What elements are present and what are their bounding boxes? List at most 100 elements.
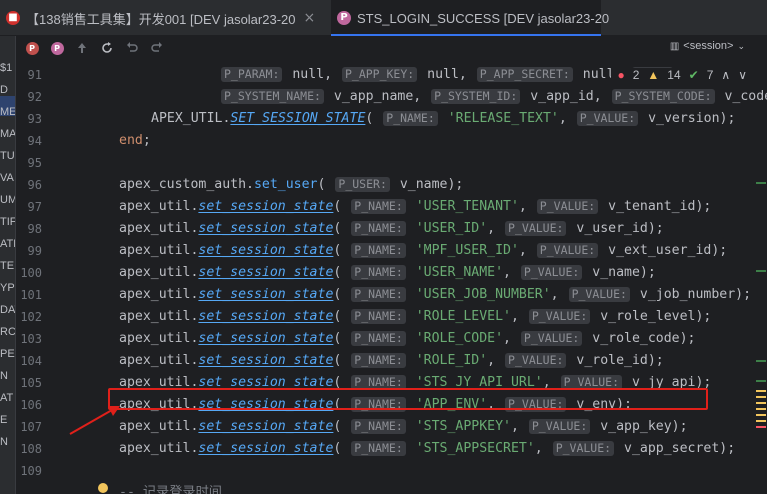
run-icon[interactable]: P	[23, 39, 41, 57]
code-token: (	[333, 221, 350, 236]
tab-sales-toolset[interactable]: ■ 【138销售工具集】开发001 [DEV jasolar23-20 ×	[0, 0, 330, 36]
code-line[interactable]: 97 apex_util.set_session_state( P_NAME: '…	[16, 196, 767, 218]
code-token: (	[333, 441, 350, 456]
code-text: apex_util.set_session_state( P_NAME: 'US…	[119, 284, 751, 306]
code-text: P_SYSTEM_NAME: v_app_name, P_SYSTEM_ID: …	[219, 86, 767, 108]
editor-toolbar: P P ▥ <session> ⌄	[16, 36, 767, 60]
code-token: ,	[510, 419, 527, 434]
code-line[interactable]: 101 apex_util.set_session_state( P_NAME: …	[16, 284, 767, 306]
code-text: apex_util.set_session_state( P_NAME: 'ST…	[119, 438, 735, 460]
code-line[interactable]: 103 apex_util.set_session_state( P_NAME: …	[16, 328, 767, 350]
code-line[interactable]: 98 apex_util.set_session_state( P_NAME: '…	[16, 218, 767, 240]
code-token: ,	[518, 243, 535, 258]
warning-count: 14	[667, 68, 681, 82]
line-number: 98	[27, 222, 42, 236]
project-tree-label[interactable]: MA	[0, 128, 15, 140]
session-selector[interactable]: ▥ <session> ⌄	[670, 40, 745, 52]
debug-icon[interactable]: P	[48, 39, 66, 57]
refresh-icon[interactable]	[98, 39, 116, 57]
line-number: 107	[20, 420, 42, 434]
code-token: apex_util.	[119, 309, 199, 324]
project-tree-label[interactable]: ATE	[0, 238, 15, 250]
code-token: apex_util.	[119, 199, 199, 214]
line-number: 104	[20, 354, 42, 368]
code-line[interactable]: 93 APEX_UTIL.SET_SESSION_STATE( P_NAME: '…	[16, 108, 767, 130]
line-number: 105	[20, 376, 42, 390]
project-tree-label[interactable]: TUS	[0, 150, 15, 162]
procedure-icon: P	[337, 11, 351, 25]
param-hint: P_VALUE:	[528, 309, 591, 324]
code-token: (	[333, 265, 350, 280]
chevron-down-icon[interactable]: ∨	[738, 68, 747, 82]
code-line[interactable]: 92 P_SYSTEM_NAME: v_app_name, P_SYSTEM_ID…	[16, 86, 767, 108]
project-tree-label[interactable]: ME	[0, 106, 15, 118]
code-token: set_session_state	[198, 309, 334, 324]
project-tree-label[interactable]: $1	[0, 62, 12, 74]
code-token: ;	[142, 133, 151, 148]
undo-icon[interactable]	[123, 39, 141, 57]
code-line[interactable]: 104 apex_util.set_session_state( P_NAME: …	[16, 350, 767, 372]
line-number: 109	[20, 464, 42, 478]
close-icon[interactable]: ×	[304, 10, 316, 26]
scrollbar-markers[interactable]	[753, 60, 767, 494]
session-label: <session>	[683, 40, 734, 52]
code-line[interactable]: 108 apex_util.set_session_state( P_NAME: …	[16, 438, 767, 460]
project-tree-label[interactable]: YP	[0, 282, 15, 294]
code-token: end	[119, 133, 143, 148]
project-tree-label[interactable]: VA	[0, 172, 14, 184]
code-line[interactable]: 100 apex_util.set_session_state( P_NAME: …	[16, 262, 767, 284]
project-tree-label[interactable]: AT	[0, 392, 13, 404]
param-hint: P_NAME:	[351, 199, 406, 214]
project-tree-label[interactable]: RCI	[0, 326, 15, 338]
code-token: apex_custom_auth.	[119, 177, 254, 192]
code-token: 'ROLE_ID'	[407, 353, 488, 368]
project-panel-strip: $1DMEMATUSVAUMTIFATETEYPDATRCIPERNATEN	[0, 36, 16, 494]
chevron-up-icon[interactable]: ∧	[721, 68, 730, 82]
code-token: apex_util.	[119, 353, 199, 368]
code-token: ,	[503, 265, 519, 280]
code-token: 'MPF_USER_ID'	[407, 243, 519, 258]
chevron-down-icon: ⌄	[737, 40, 745, 51]
project-tree-label[interactable]: E	[0, 414, 7, 426]
arrow-up-icon[interactable]	[73, 39, 91, 57]
code-token: v_app_name,	[325, 89, 430, 104]
line-number: 100	[20, 266, 42, 280]
code-token: v_role_id);	[568, 353, 664, 368]
project-tree-label[interactable]: UM	[0, 194, 15, 206]
param-hint: P_NAME:	[351, 331, 406, 346]
lightbulb-icon[interactable]	[98, 483, 108, 493]
code-line[interactable]: 95	[16, 152, 767, 174]
code-text: P_PARAM: null, P_APP_KEY: null, P_APP_SE…	[219, 64, 675, 86]
code-editor[interactable]: -- 记录登录时间 109 108 apex_util.set_session_sta…	[16, 60, 767, 494]
code-line[interactable]: 107 apex_util.set_session_state( P_NAME: …	[16, 416, 767, 438]
project-tree-label[interactable]: D	[0, 84, 8, 96]
line-number: 101	[20, 288, 42, 302]
project-tree-label[interactable]: N	[0, 436, 8, 448]
redo-icon[interactable]	[148, 39, 166, 57]
code-token: apex_util.	[119, 243, 199, 258]
line-number: 102	[20, 310, 42, 324]
code-token: (	[333, 287, 350, 302]
param-hint: P_SYSTEM_NAME:	[221, 89, 324, 104]
code-line[interactable]: 102 apex_util.set_session_state( P_NAME: …	[16, 306, 767, 328]
project-tree-label[interactable]: PER	[0, 348, 15, 360]
project-tree-label[interactable]: N	[0, 370, 8, 382]
error-icon: ●	[617, 68, 625, 82]
inspection-widget[interactable]: ● 2 ▲ 14 ✔ 7 ∧ ∨	[611, 68, 747, 82]
tab-sts-login-success[interactable]: P STS_LOGIN_SUCCESS [DEV jasolar23-20	[331, 0, 609, 36]
project-tree-label[interactable]: TE	[0, 260, 14, 272]
project-tree-label[interactable]: DAT	[0, 304, 15, 316]
code-token: v_app_key);	[592, 419, 688, 434]
project-tree-label[interactable]: TIF	[0, 216, 15, 228]
code-line[interactable]: 94 end;	[16, 130, 767, 152]
code-token: v_version);	[640, 111, 736, 126]
code-line[interactable]: 96 apex_custom_auth.set_user( P_USER: v_n…	[16, 174, 767, 196]
code-line[interactable]: 109	[16, 460, 767, 482]
code-line[interactable]: 99 apex_util.set_session_state( P_NAME: '…	[16, 240, 767, 262]
code-line[interactable]: -- 记录登录时间	[16, 482, 767, 494]
code-text: end;	[119, 130, 151, 152]
code-token: v_ext_user_id);	[600, 243, 728, 258]
code-text: apex_util.set_session_state( P_NAME: 'RO…	[119, 328, 695, 350]
line-number: 99	[27, 244, 42, 258]
param-hint: P_APP_KEY:	[341, 67, 418, 82]
